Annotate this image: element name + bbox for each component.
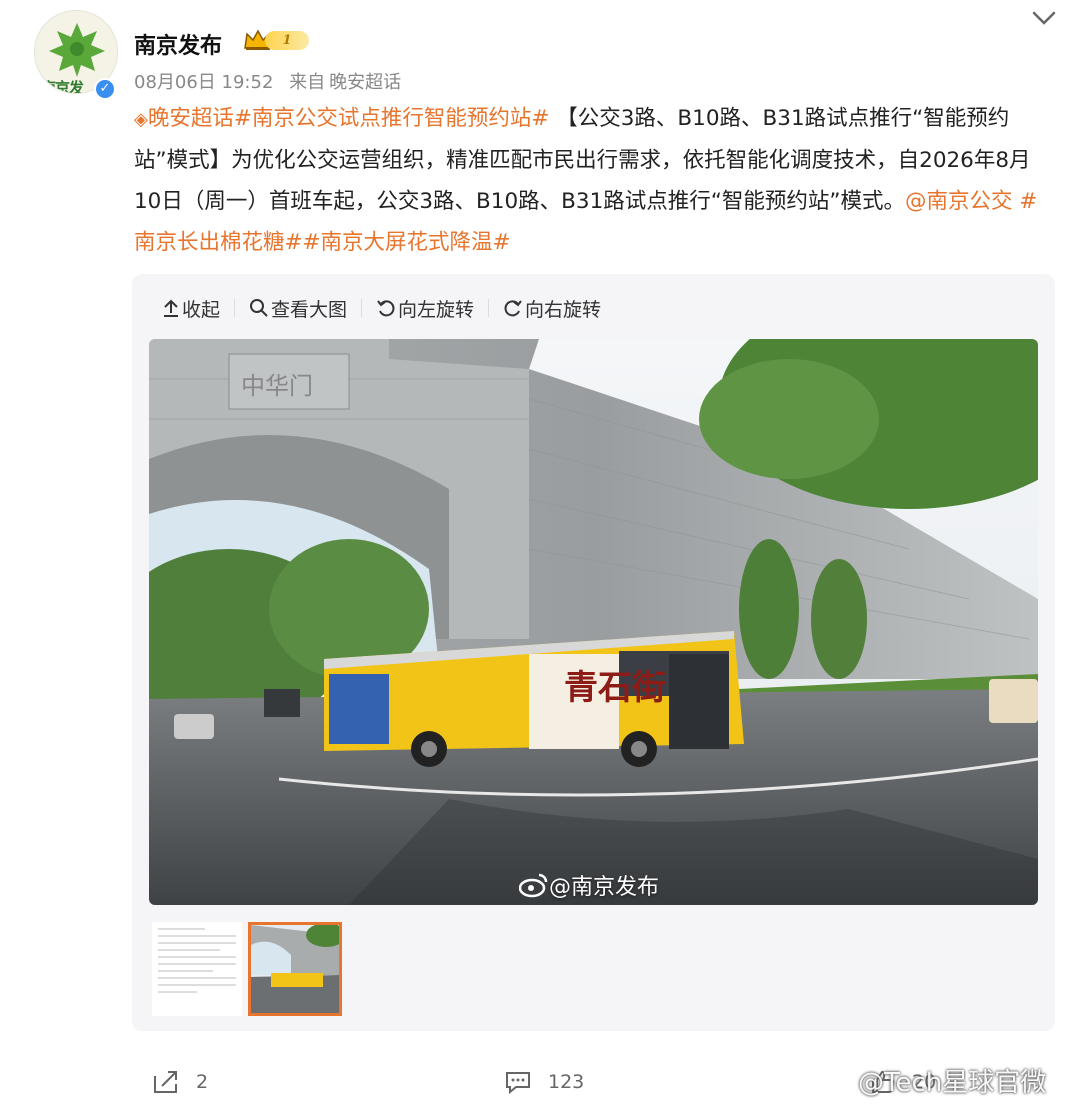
post-header: 南京发 ✓ 南京发布 1 08月06日 19:52 来自 晚安超话	[0, 0, 1080, 100]
search-icon	[250, 299, 268, 317]
rotate-left-icon	[377, 300, 395, 317]
verified-check-icon: ✓	[94, 78, 116, 100]
city-wall-bus-photo: 中华门 青石街	[149, 339, 1038, 905]
toolbar-divider	[488, 299, 490, 317]
rotate-right-label: 向右旋转	[525, 298, 602, 321]
supertopic-link[interactable]: 晚安超话	[148, 106, 234, 131]
post-date: 08月06日 19:52	[134, 72, 274, 93]
collapse-label: 收起	[182, 298, 221, 321]
topic-link[interactable]: #南京公交试点推行智能预约站#	[234, 106, 550, 131]
mention-link[interactable]: @南京公交	[905, 189, 1013, 214]
supertopic-icon: ◈	[134, 109, 148, 130]
rotate-left-label: 向左旋转	[398, 298, 475, 321]
comment-button[interactable]: 123	[504, 1070, 584, 1094]
username[interactable]: 南京发布	[134, 28, 222, 60]
media-card: 收起 查看大图 向左旋转 向右旋转 中华门 青石街 @南京发布	[132, 274, 1055, 1031]
weibo-logo-icon	[519, 873, 548, 898]
photo-watermark: @南京发布	[519, 869, 659, 901]
collapse-arrow-icon	[164, 299, 178, 317]
share-icon	[154, 1071, 177, 1093]
thumbnail-photo-icon	[251, 925, 339, 1013]
thumbnail-strip	[152, 922, 342, 1016]
post-photo[interactable]: 中华门 青石街 @南京发布	[149, 339, 1038, 905]
topic-link[interactable]: #南京大屏花式降温#	[303, 230, 511, 255]
repost-count: 2	[196, 1071, 209, 1093]
comment-icon	[506, 1072, 530, 1094]
collapse-button[interactable]: 收起	[162, 295, 220, 322]
bus-sign: 青石街	[564, 668, 666, 708]
thumbnail-photo-selected[interactable]	[248, 922, 342, 1016]
repost-button[interactable]: 2	[152, 1070, 208, 1094]
source-link[interactable]: 晚安超话	[329, 72, 401, 93]
image-toolbar: 收起 查看大图 向左旋转 向右旋转	[162, 294, 601, 322]
rotate-right-icon	[504, 300, 522, 317]
weibo-logo-icon	[818, 1067, 855, 1096]
post-meta: 08月06日 19:52 来自 晚安超话	[134, 68, 411, 94]
level-number: 1	[265, 31, 309, 50]
comment-count: 123	[548, 1071, 585, 1093]
gate-sign: 中华门	[241, 372, 313, 400]
source-prefix: 来自	[289, 72, 326, 93]
view-large-label: 查看大图	[271, 298, 348, 321]
corner-watermark: @Tech星球官微	[818, 1062, 1046, 1099]
corner-watermark-text: @Tech星球官微	[858, 1068, 1047, 1098]
toolbar-divider	[361, 299, 363, 317]
avatar-label: 南京发	[41, 79, 84, 94]
view-large-button[interactable]: 查看大图	[249, 295, 347, 322]
rotate-left-button[interactable]: 向左旋转	[376, 295, 474, 322]
chevron-down-icon[interactable]	[1030, 8, 1058, 28]
level-badge[interactable]: 1	[243, 28, 309, 52]
thumbnail-document[interactable]	[152, 922, 242, 1016]
rotate-right-button[interactable]: 向右旋转	[503, 295, 601, 322]
toolbar-divider	[234, 299, 236, 317]
watermark-text: @南京发布	[549, 875, 660, 900]
post-body: ◈晚安超话#南京公交试点推行智能预约站# 【公交3路、B10路、B31路试点推行…	[134, 98, 1054, 263]
